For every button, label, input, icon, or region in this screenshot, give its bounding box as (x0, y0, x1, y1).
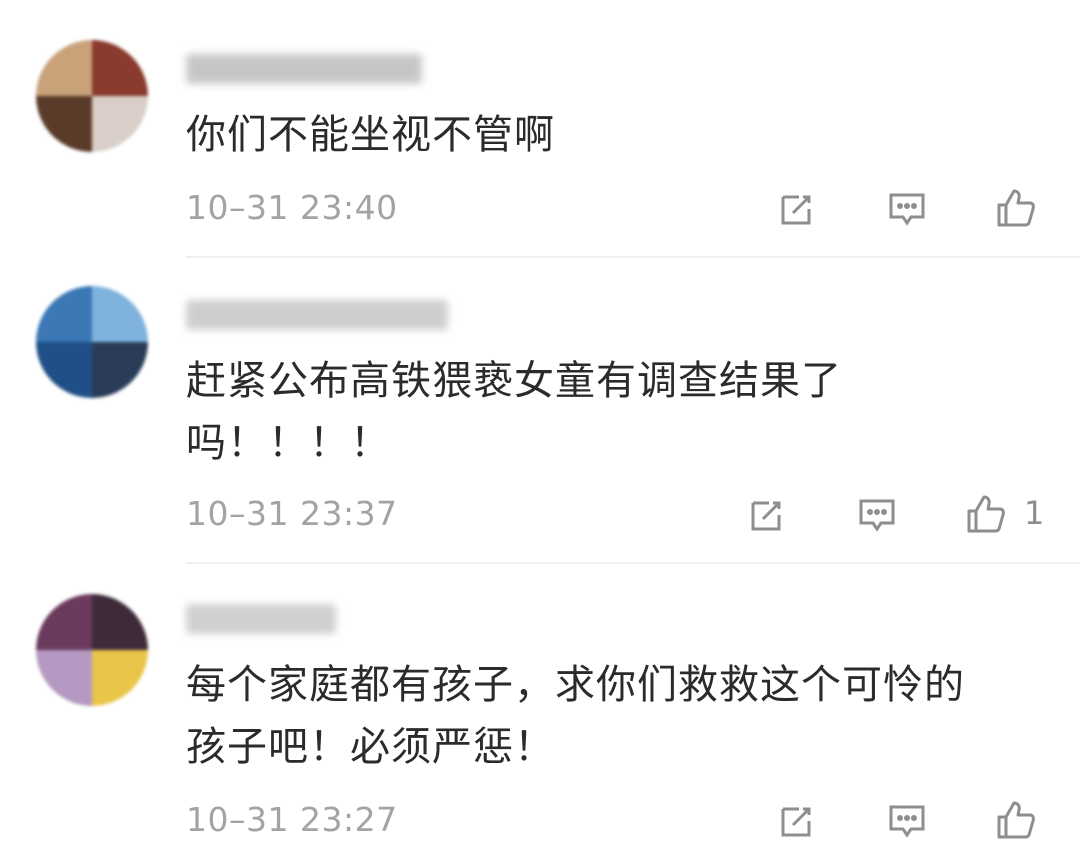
comment-button[interactable] (854, 492, 900, 538)
avatar[interactable] (36, 40, 148, 152)
comment-bubble-icon (889, 193, 925, 226)
comment-button[interactable] (884, 186, 930, 232)
avatar-pixel (92, 650, 148, 706)
reply-button[interactable] (774, 798, 820, 844)
like-button[interactable] (992, 796, 1038, 842)
username-blurred[interactable] (186, 300, 448, 330)
thumbs-up-icon (997, 189, 1035, 227)
avatar[interactable] (36, 286, 148, 398)
comment-text-line: 赶紧公布高铁猥亵女童有调查结果了 (186, 358, 842, 404)
avatar-pixel (36, 286, 92, 342)
edit-square-icon (781, 807, 811, 837)
avatar-pixel (92, 96, 148, 152)
avatar-pixel (36, 342, 92, 398)
avatar-pixel (36, 40, 92, 96)
divider (186, 562, 1080, 564)
comment-timestamp: 10–31 23:40 (186, 188, 398, 227)
like-button[interactable] (992, 184, 1038, 230)
avatar-pixel (92, 342, 148, 398)
comment-timestamp: 10–31 23:27 (186, 800, 398, 839)
comment-text-line: 孩子吧！必须严惩！ (186, 724, 555, 770)
edit-square-icon (781, 195, 811, 225)
thumbs-up-icon (997, 801, 1035, 839)
like-button[interactable] (962, 490, 1008, 536)
avatar-pixel (36, 650, 92, 706)
avatar-pixel (36, 96, 92, 152)
comment-bubble-icon (859, 499, 895, 532)
divider (186, 256, 1080, 258)
reply-button[interactable] (774, 186, 820, 232)
avatar-pixel (36, 594, 92, 650)
avatar-pixel (92, 594, 148, 650)
avatar[interactable] (36, 594, 148, 706)
comment-text: 赶紧公布高铁猥亵女童有调查结果了 吗！！！！ (186, 350, 1026, 474)
comment-text-line: 每个家庭都有孩子，求你们救救这个可怜的 (186, 662, 965, 708)
avatar-pixel (92, 40, 148, 96)
comment-bubble-icon (889, 805, 925, 838)
comment-text-line: 吗！！！！ (186, 420, 391, 466)
comment-timestamp: 10–31 23:37 (186, 494, 398, 533)
comment-text: 你们不能坐视不管啊 (186, 112, 555, 158)
comment-text: 每个家庭都有孩子，求你们救救这个可怜的 孩子吧！必须严惩！ (186, 654, 1026, 778)
comment-button[interactable] (884, 798, 930, 844)
edit-square-icon (751, 501, 781, 531)
like-count: 1 (1024, 494, 1045, 532)
username-blurred[interactable] (186, 604, 336, 634)
thumbs-up-icon (967, 495, 1005, 533)
avatar-pixel (92, 286, 148, 342)
reply-button[interactable] (744, 492, 790, 538)
username-blurred[interactable] (186, 54, 422, 84)
